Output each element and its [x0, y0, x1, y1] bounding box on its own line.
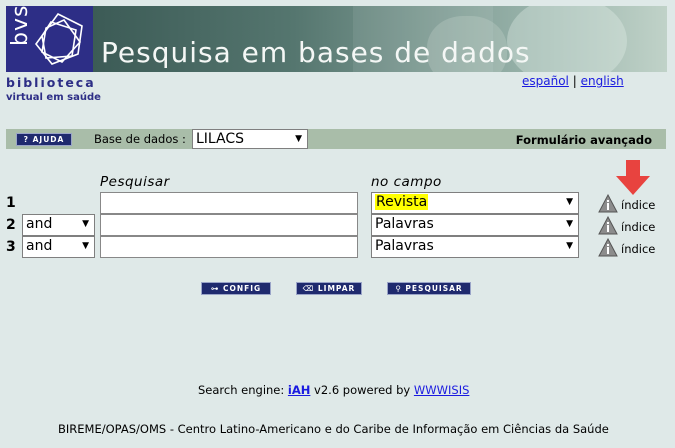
search-button-label: PESQUISAR [405, 284, 463, 293]
info-warning-icon[interactable] [598, 194, 618, 214]
field-select-2-value: Palavras [375, 216, 434, 232]
operator-select-3[interactable]: and ▼ [22, 236, 95, 258]
chevron-down-icon: ▼ [295, 134, 302, 144]
field-column-header: no campo [371, 174, 442, 190]
footer-credit: BIREME/OPAS/OMS - Centro Latino-American… [58, 422, 609, 436]
chevron-down-icon: ▼ [82, 219, 89, 229]
field-select-3[interactable]: Palavras ▼ [371, 236, 579, 258]
engine-prefix: Search engine: [198, 383, 288, 397]
header-banner: Pesquisa em bases de dados [93, 6, 667, 72]
wwwisis-link[interactable]: WWWISIS [414, 383, 470, 397]
index-link-2[interactable]: índice [621, 220, 655, 234]
bvs-logo: bvs [6, 4, 93, 72]
index-link-3[interactable]: índice [621, 242, 655, 256]
brand-subtitle: virtual em saúde [6, 92, 101, 103]
index-link-1[interactable]: índice [621, 198, 655, 212]
chevron-down-icon: ▼ [566, 241, 573, 251]
query-input-3[interactable] [100, 236, 358, 258]
clear-button-label: LIMPAR [317, 284, 356, 293]
logo-text: bvs [8, 4, 33, 46]
eraser-icon: ⌫ [302, 284, 318, 293]
query-input-2[interactable] [100, 214, 358, 236]
field-select-1[interactable]: Revista ▼ [371, 192, 579, 214]
search-engine-credit: Search engine: iAH v2.6 powered by WWWIS… [198, 383, 469, 397]
operator-select-3-value: and [26, 238, 53, 254]
help-button[interactable]: ? AJUDA [16, 133, 72, 146]
row-number-1: 1 [6, 195, 16, 211]
search-button[interactable]: ⚲ PESQUISAR [387, 282, 471, 295]
chevron-down-icon: ▼ [566, 219, 573, 229]
database-label: Base de dados : [94, 132, 186, 146]
lang-link-espanol[interactable]: español [522, 74, 569, 88]
database-select-value: LILACS [196, 131, 245, 147]
chevron-down-icon: ▼ [82, 241, 89, 251]
database-select[interactable]: LILACS ▼ [192, 129, 308, 149]
info-warning-icon[interactable] [598, 216, 618, 236]
field-select-2[interactable]: Palavras ▼ [371, 214, 579, 236]
config-button-label: CONFIG [222, 284, 262, 293]
row-number-3: 3 [6, 239, 16, 255]
red-arrow-annotation-icon [616, 160, 650, 195]
clear-button[interactable]: ⌫ LIMPAR [296, 282, 362, 295]
iah-link[interactable]: iAH [288, 383, 310, 397]
operator-select-2[interactable]: and ▼ [22, 214, 95, 236]
database-bar: ? AJUDA Base de dados : LILACS ▼ Formulá… [6, 129, 666, 149]
key-icon: ⊶ [210, 284, 223, 293]
lang-link-english[interactable]: english [581, 74, 624, 88]
help-button-label: AJUDA [32, 135, 65, 144]
query-input-1[interactable] [100, 192, 358, 214]
help-icon: ? [23, 135, 33, 144]
operator-select-2-value: and [26, 216, 53, 232]
engine-mid: v2.6 powered by [310, 383, 414, 397]
field-select-3-value: Palavras [375, 238, 434, 254]
lang-separator: | [572, 74, 577, 88]
row-number-2: 2 [6, 217, 16, 233]
form-type-label: Formulário avançado [515, 133, 652, 147]
config-button[interactable]: ⊶ CONFIG [201, 282, 271, 295]
info-warning-icon[interactable] [598, 238, 618, 258]
search-icon: ⚲ [395, 284, 406, 293]
search-column-header: Pesquisar [100, 174, 170, 190]
language-switcher: español | english [522, 74, 624, 88]
banner-title: Pesquisa em bases de dados [101, 36, 531, 69]
chevron-down-icon: ▼ [566, 197, 573, 207]
brand-name: biblioteca [6, 75, 96, 90]
field-select-1-value: Revista [375, 194, 429, 210]
